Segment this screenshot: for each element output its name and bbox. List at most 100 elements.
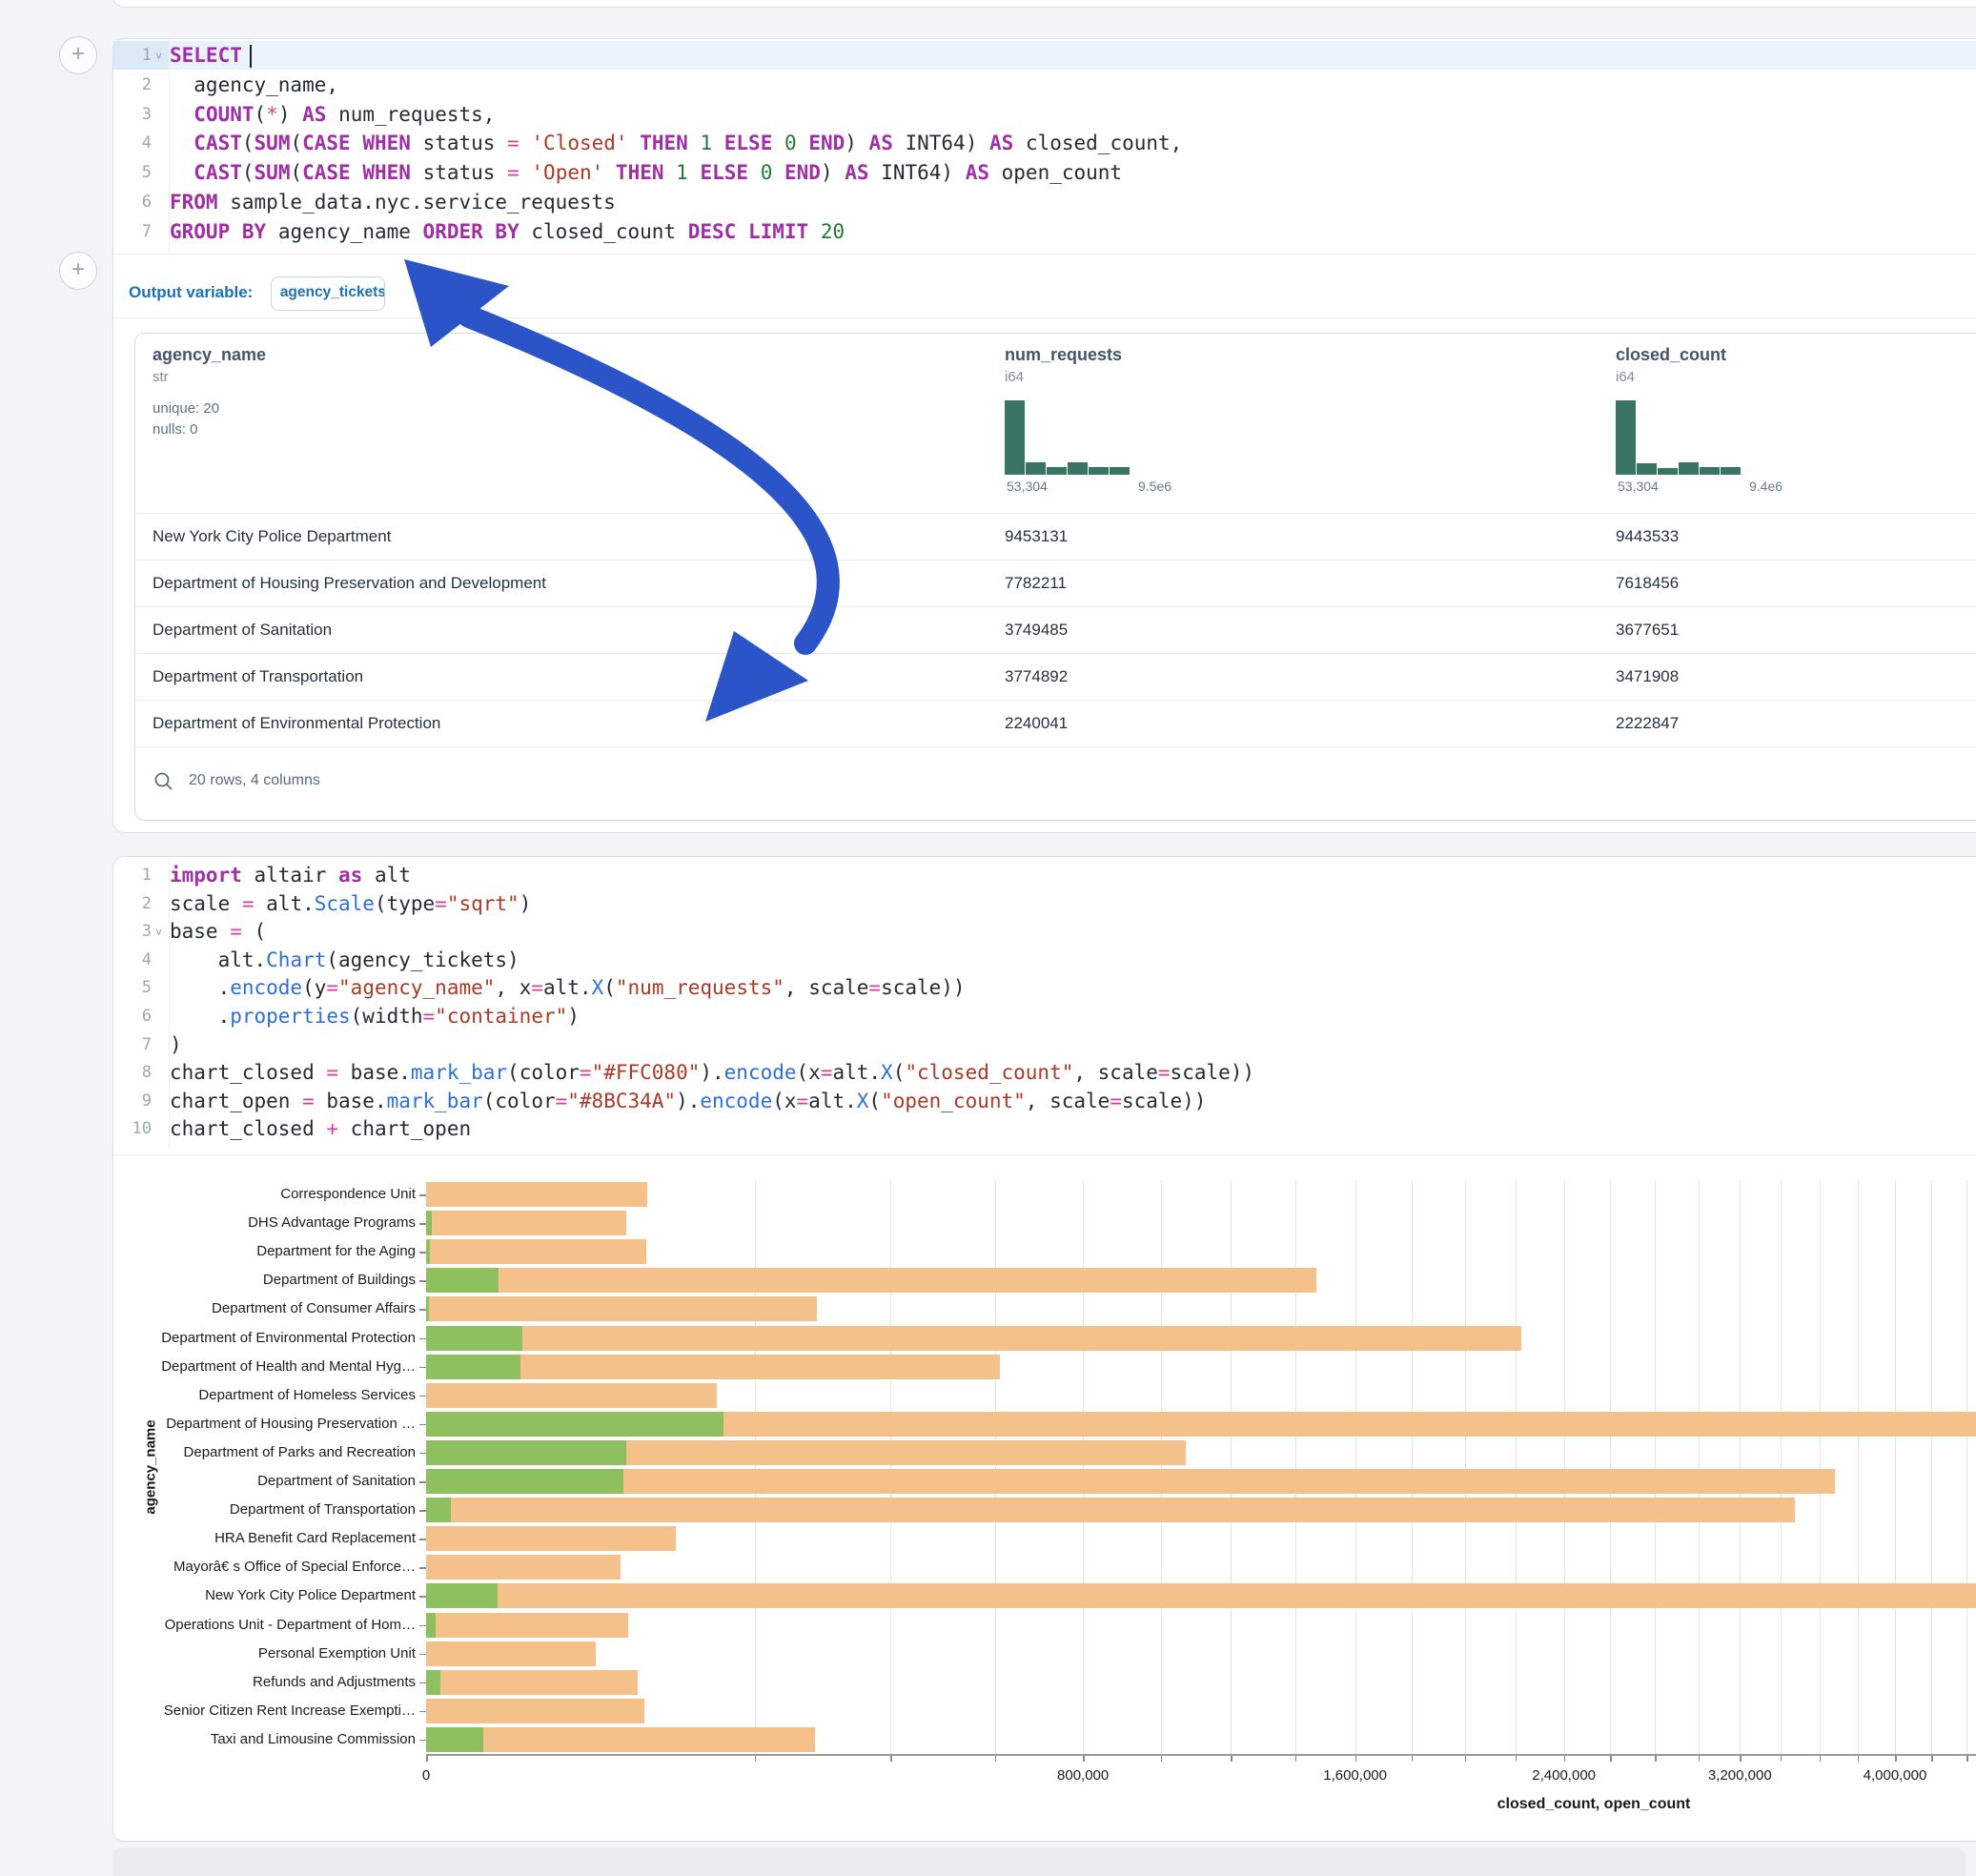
code-text: SELECT <box>170 41 252 70</box>
text-cursor <box>250 45 252 68</box>
cell-value: 3749485 <box>1005 607 1068 653</box>
line-number: 7 <box>113 1030 152 1059</box>
code-text: .properties(width="container") <box>170 1002 580 1030</box>
histogram-min-label: 53,304 <box>1618 479 1659 494</box>
previous-cell-stub <box>112 0 1976 8</box>
cell-value: 9453131 <box>1005 514 1068 560</box>
cell-agency-name: Department of Housing Preservation and D… <box>153 561 546 606</box>
cell-agency-name: Department of Transportation <box>153 654 363 700</box>
histogram-max-label: 9.5e6 <box>1138 479 1171 494</box>
code-text: chart_open = base.mark_bar(color="#8BC34… <box>170 1087 1206 1115</box>
fold-chevron-icon[interactable]: ˅ <box>155 917 169 948</box>
code-line[interactable]: 6 FROM sample_data.nyc.service_requests <box>113 188 1976 216</box>
code-text: .encode(y="agency_name", x=alt.X("num_re… <box>170 973 966 1002</box>
column-histogram <box>1616 400 1749 475</box>
column-header-agency_name[interactable]: agency_namestrunique: 20nulls: 0 <box>153 345 496 440</box>
code-text: alt.Chart(agency_tickets) <box>170 946 519 974</box>
code-line[interactable]: 5 CAST(SUM(CASE WHEN status = 'Open' THE… <box>113 158 1976 187</box>
code-line[interactable]: 10 chart_closed + chart_open <box>113 1114 1976 1143</box>
cell-value: 3471908 <box>1616 654 1679 700</box>
histogram-min-label: 53,304 <box>1007 479 1048 494</box>
table-row[interactable]: New York City Police Department 9453131 94… <box>135 513 1976 561</box>
line-number: 3 <box>113 100 152 129</box>
line-number: 1 <box>113 41 152 70</box>
code-line[interactable]: 8 chart_closed = base.mark_bar(color="#FF… <box>113 1058 1976 1087</box>
output-variable-label: Output variable: <box>129 283 253 301</box>
line-number: 2 <box>113 889 152 918</box>
line-number: 2 <box>113 71 152 99</box>
code-text: base = ( <box>170 917 266 946</box>
python-code-editor[interactable]: 1 import altair as alt2scale = alt.Scale(… <box>113 861 1976 1149</box>
cell-agency-name: New York City Police Department <box>153 514 391 560</box>
column-stats: unique: 20nulls: 0 <box>153 398 496 440</box>
table-footer: 20 rows, 4 columns <box>135 746 1976 820</box>
code-text: chart_closed + chart_open <box>170 1114 471 1143</box>
line-number: 4 <box>113 946 152 974</box>
code-text: FROM sample_data.nyc.service_requests <box>170 188 616 216</box>
column-header-num_requests[interactable]: num_requestsi64 <box>1005 345 1348 385</box>
line-number: 9 <box>113 1087 152 1115</box>
line-number: 5 <box>113 973 152 1002</box>
table-row[interactable]: Department of Transportation 3774892 34719… <box>135 653 1976 701</box>
column-histogram <box>1005 400 1138 475</box>
code-line[interactable]: 1˅SELECT <box>113 41 1976 70</box>
line-number: 8 <box>113 1058 152 1087</box>
sql-code-editor[interactable]: 1˅SELECT2 agency_name,3 COUNT(*) AS num_… <box>113 41 1976 254</box>
histogram-max-label: 9.4e6 <box>1749 479 1782 494</box>
output-variable-row: Output variable: agency_tickets <box>129 268 385 317</box>
column-header-closed_count[interactable]: closed_counti64 <box>1616 345 1959 385</box>
table-header: agency_namestrunique: 20nulls: 0 num_requ… <box>135 334 1976 513</box>
code-line[interactable]: 4 alt.Chart(agency_tickets) <box>113 946 1976 974</box>
code-line[interactable]: 6 .properties(width="container") <box>113 1002 1976 1030</box>
fold-chevron-icon[interactable]: ˅ <box>155 41 169 71</box>
line-number: 6 <box>113 188 152 216</box>
cell-value: 3677651 <box>1616 607 1679 653</box>
cell-value: 7618456 <box>1616 561 1679 606</box>
code-line[interactable]: 7 GROUP BY agency_name ORDER BY closed_co… <box>113 217 1976 246</box>
result-table: agency_namestrunique: 20nulls: 0 num_requ… <box>134 333 1976 821</box>
sql-cell: 1˅SELECT2 agency_name,3 COUNT(*) AS num_… <box>112 38 1976 833</box>
code-text: ) <box>170 1030 182 1059</box>
table-row[interactable]: Department of Environmental Protection 22… <box>135 700 1976 747</box>
cell-value: 7782211 <box>1005 561 1067 606</box>
code-line[interactable]: 2scale = alt.Scale(type="sqrt") <box>113 889 1976 918</box>
code-line[interactable]: 4 CAST(SUM(CASE WHEN status = 'Closed' T… <box>113 129 1976 157</box>
add-cell-button[interactable]: + <box>59 36 97 74</box>
code-text: COUNT(*) AS num_requests, <box>170 100 495 129</box>
line-number: 5 <box>113 158 152 187</box>
code-text: agency_name, <box>170 71 338 99</box>
cell-value: 9443533 <box>1616 514 1679 560</box>
code-line[interactable]: 7) <box>113 1030 1976 1059</box>
python-cell: 1 import altair as alt2scale = alt.Scale(… <box>112 856 1976 1842</box>
code-line[interactable]: 1 import altair as alt <box>113 861 1976 889</box>
code-line[interactable]: 3 COUNT(*) AS num_requests, <box>113 100 1976 129</box>
line-number: 1 <box>113 861 152 889</box>
table-row[interactable]: Department of Housing Preservation and D… <box>135 560 1976 607</box>
code-text: import altair as alt <box>170 861 411 889</box>
code-text: chart_closed = base.mark_bar(color="#FFC… <box>170 1058 1254 1087</box>
line-number: 6 <box>113 1002 152 1030</box>
code-text: GROUP BY agency_name ORDER BY closed_cou… <box>170 217 845 246</box>
divider <box>113 317 1976 318</box>
code-line[interactable]: 5 .encode(y="agency_name", x=alt.X("num_… <box>113 973 1976 1002</box>
table-row[interactable]: Department of Sanitation 3749485 3677651 <box>135 606 1976 654</box>
line-number: 7 <box>113 217 152 246</box>
output-variable-pill[interactable]: agency_tickets <box>271 276 385 311</box>
cell-value: 3774892 <box>1005 654 1068 700</box>
code-line[interactable]: 9 chart_open = base.mark_bar(color="#8BC3… <box>113 1087 1976 1115</box>
line-number: 10 <box>113 1114 152 1143</box>
code-text: CAST(SUM(CASE WHEN status = 'Closed' THE… <box>170 129 1182 157</box>
cell-agency-name: Department of Environmental Protection <box>153 701 440 746</box>
add-cell-button[interactable]: + <box>59 252 97 290</box>
cell-value: 2222847 <box>1616 701 1679 746</box>
cell-value: 2240041 <box>1005 701 1068 746</box>
divider <box>113 1154 1976 1155</box>
code-text: CAST(SUM(CASE WHEN status = 'Open' THEN … <box>170 158 1122 187</box>
line-number: 3 <box>113 917 152 946</box>
search-icon[interactable] <box>153 770 175 793</box>
cell-agency-name: Department of Sanitation <box>153 607 332 653</box>
code-line[interactable]: 2 agency_name, <box>113 71 1976 99</box>
line-number: 4 <box>113 129 152 157</box>
code-line[interactable]: 3˅base = ( <box>113 917 1976 946</box>
divider <box>113 254 1976 255</box>
